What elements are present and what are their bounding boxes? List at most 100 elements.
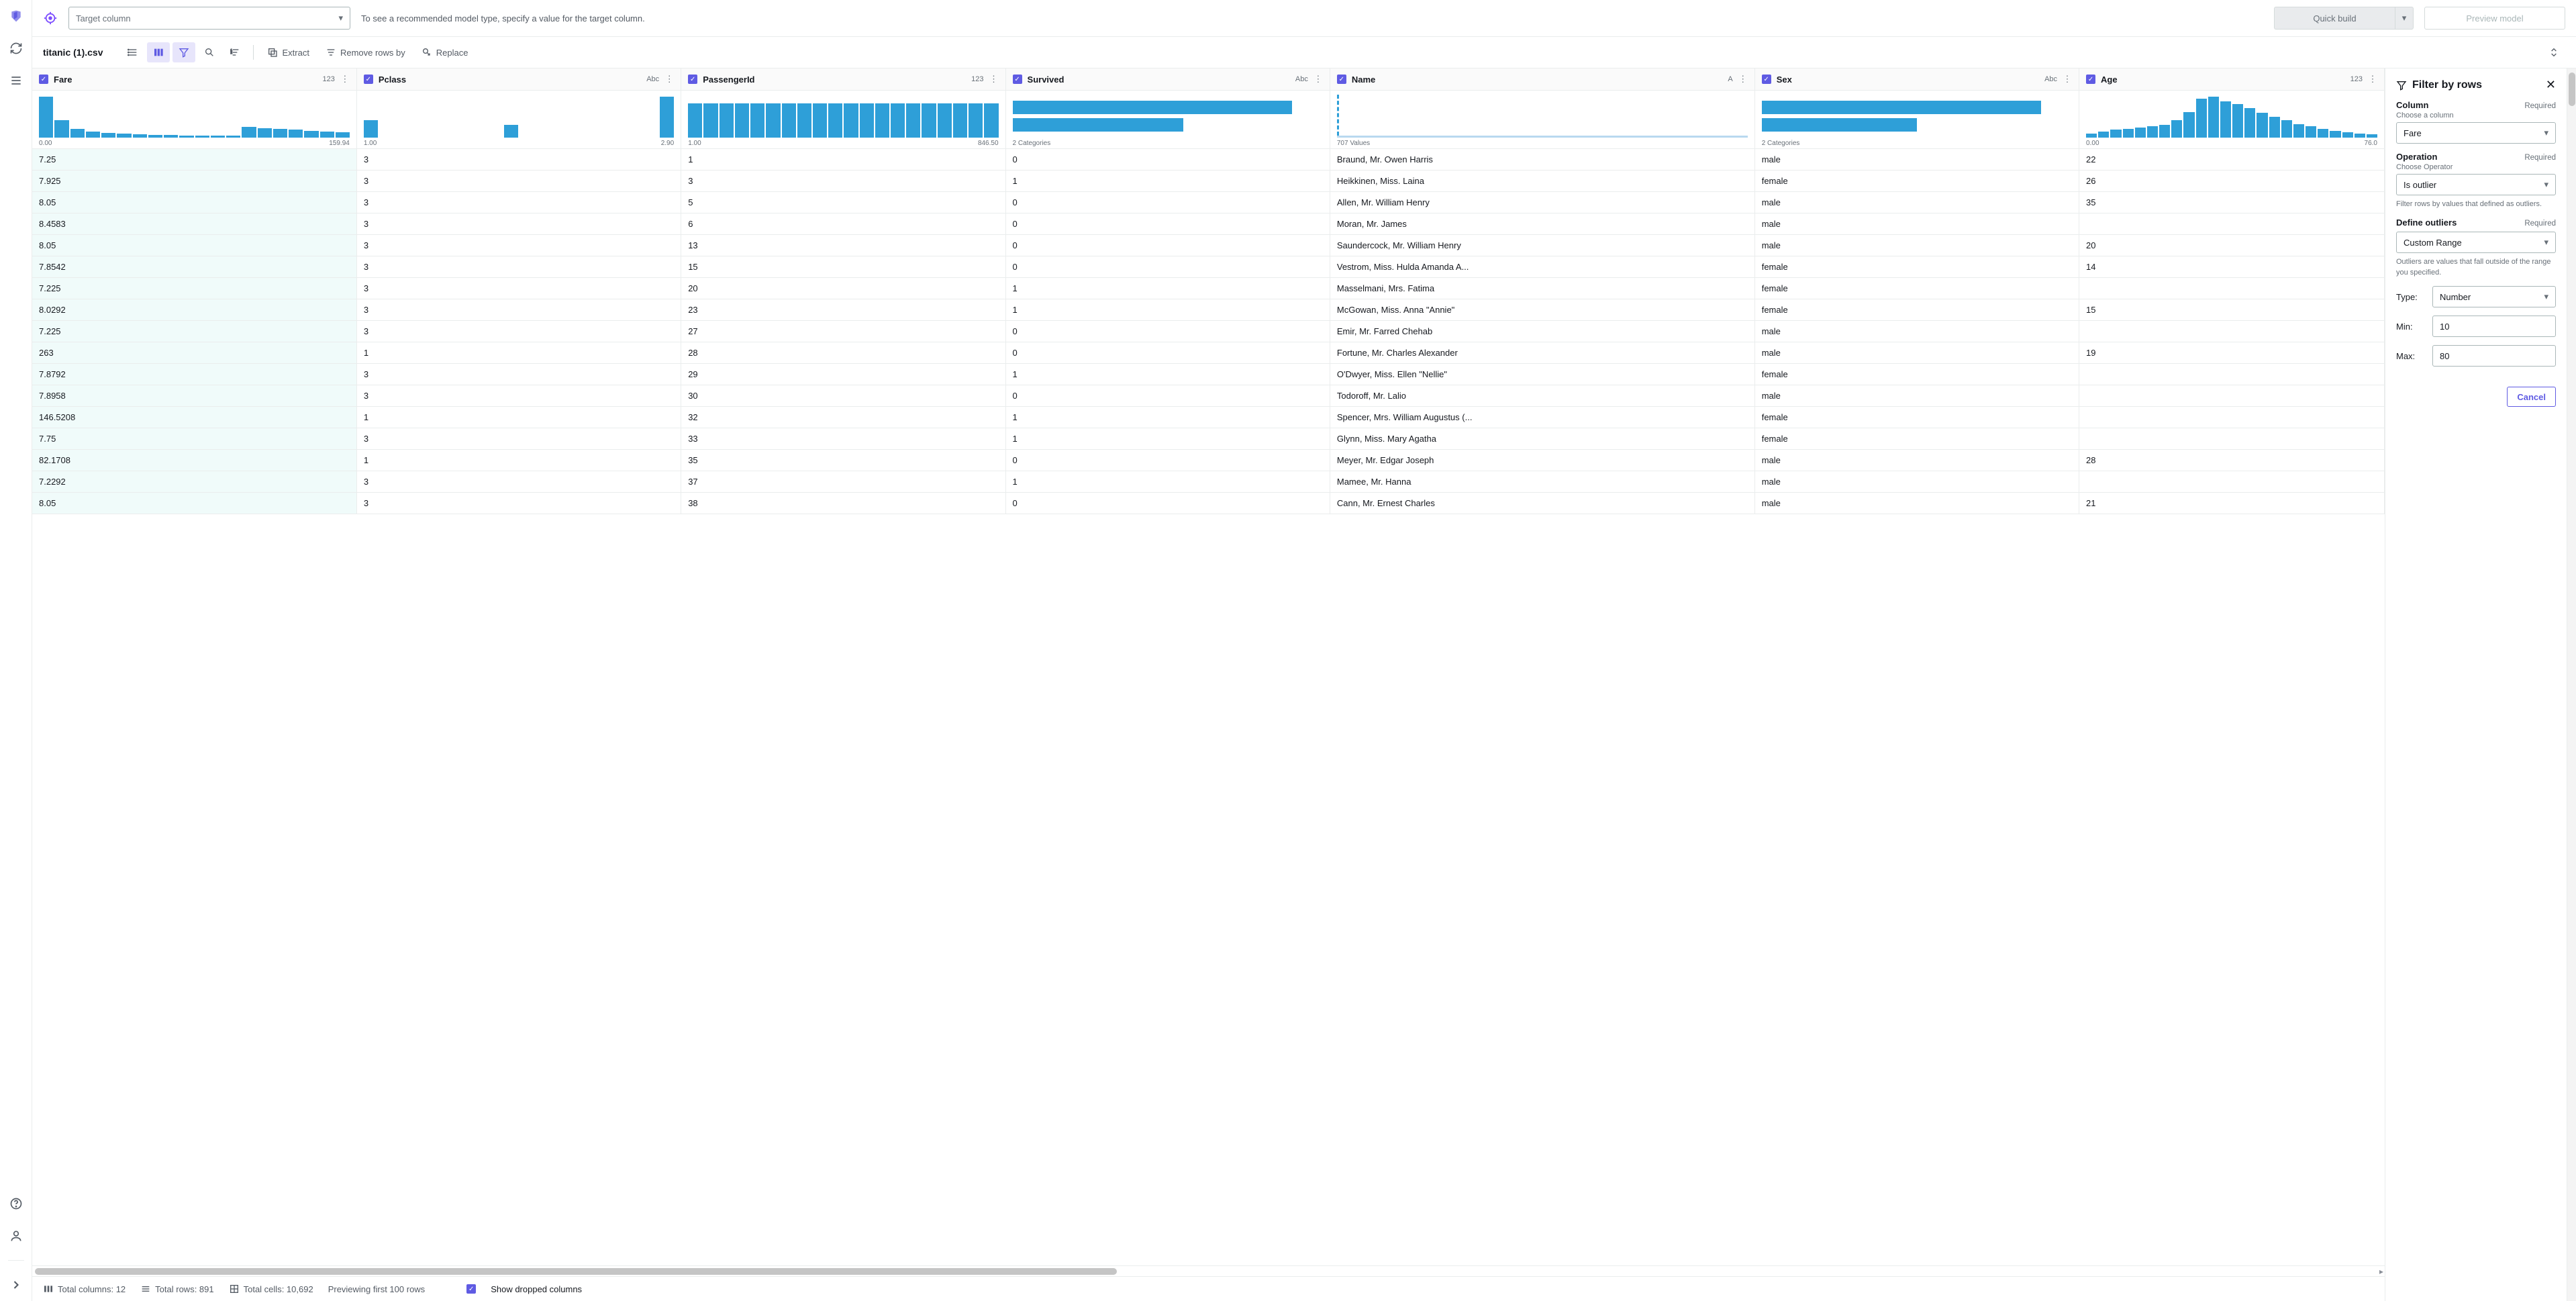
help-icon[interactable] bbox=[8, 1196, 24, 1212]
table-cell: 26 bbox=[2079, 171, 2385, 192]
table-row[interactable]: 7.2253270Emir, Mr. Farred Chehabmale bbox=[32, 321, 2385, 342]
table-cell bbox=[2079, 407, 2385, 428]
column-checkbox[interactable]: ✓ bbox=[364, 75, 373, 84]
column-checkbox[interactable]: ✓ bbox=[2086, 75, 2095, 84]
table-cell: 14 bbox=[2079, 256, 2385, 278]
table-row[interactable]: 7.87923291O'Dwyer, Miss. Ellen "Nellie"f… bbox=[32, 364, 2385, 385]
column-menu-icon[interactable]: ⋮ bbox=[1314, 74, 1323, 85]
user-icon[interactable] bbox=[8, 1228, 24, 1244]
chevron-down-icon: ▾ bbox=[338, 13, 343, 23]
table-row[interactable]: 7.2253201Masselmani, Mrs. Fatimafemale bbox=[32, 278, 2385, 299]
list-view-icon[interactable] bbox=[121, 42, 144, 62]
table-row[interactable]: 8.4583360Moran, Mr. Jamesmale bbox=[32, 213, 2385, 235]
column-menu-icon[interactable]: ⋮ bbox=[2063, 74, 2072, 85]
column-checkbox[interactable]: ✓ bbox=[1013, 75, 1022, 84]
rail-divider bbox=[8, 1260, 24, 1261]
table-cell: male bbox=[1754, 385, 2079, 407]
filename: titanic (1).csv bbox=[43, 47, 103, 58]
table-cell: Braund, Mr. Owen Harris bbox=[1330, 149, 1754, 171]
horizontal-scrollbar[interactable]: ▸ bbox=[32, 1265, 2385, 1276]
table-row[interactable]: 7.22923371Mamee, Mr. Hannamale bbox=[32, 471, 2385, 493]
table-row[interactable]: 7.753331Glynn, Miss. Mary Agathafemale bbox=[32, 428, 2385, 450]
table-row[interactable]: 7.89583300Todoroff, Mr. Laliomale bbox=[32, 385, 2385, 407]
sort-icon[interactable]: 12 bbox=[224, 42, 246, 62]
table-cell: 3 bbox=[356, 364, 681, 385]
refresh-icon[interactable] bbox=[8, 40, 24, 56]
table-row[interactable]: 7.85423150Vestrom, Miss. Hulda Amanda A.… bbox=[32, 256, 2385, 278]
replace-button[interactable]: Replace bbox=[415, 42, 475, 62]
table-cell: 15 bbox=[681, 256, 1005, 278]
table-cell: female bbox=[1754, 428, 2079, 450]
close-icon[interactable]: ✕ bbox=[2546, 78, 2556, 92]
extract-label: Extract bbox=[282, 48, 309, 58]
target-column-select[interactable]: Target column ▾ bbox=[68, 7, 350, 30]
column-menu-icon[interactable]: ⋮ bbox=[664, 74, 674, 85]
column-checkbox[interactable]: ✓ bbox=[1337, 75, 1346, 84]
table-cell: 7.8792 bbox=[32, 364, 356, 385]
column-checkbox[interactable]: ✓ bbox=[688, 75, 697, 84]
column-menu-icon[interactable]: ⋮ bbox=[2368, 74, 2377, 85]
column-name: Sex bbox=[1777, 75, 2039, 85]
column-menu-icon[interactable]: ⋮ bbox=[989, 74, 999, 85]
table-cell: female bbox=[1754, 171, 2079, 192]
table-row[interactable]: 8.053130Saundercock, Mr. William Henryma… bbox=[32, 235, 2385, 256]
table-row[interactable]: 146.52081321Spencer, Mrs. William August… bbox=[32, 407, 2385, 428]
required-label: Required bbox=[2524, 102, 2556, 110]
table-row[interactable]: 7.925331Heikkinen, Miss. Lainafemale26 bbox=[32, 171, 2385, 192]
table-cell: 1 bbox=[1005, 171, 1330, 192]
table-cell: 0 bbox=[1005, 235, 1330, 256]
vertical-scrollbar[interactable] bbox=[2567, 68, 2576, 1301]
table-row[interactable]: 8.02923231McGowan, Miss. Anna "Annie"fem… bbox=[32, 299, 2385, 321]
table-cell: 8.05 bbox=[32, 493, 356, 514]
table-cell: male bbox=[1754, 192, 2079, 213]
column-select[interactable]: Fare ▾ bbox=[2396, 122, 2556, 144]
min-input[interactable]: 10 bbox=[2432, 316, 2556, 337]
table-cell: 7.225 bbox=[32, 278, 356, 299]
table-cell: McGowan, Miss. Anna "Annie" bbox=[1330, 299, 1754, 321]
max-input[interactable]: 80 bbox=[2432, 345, 2556, 367]
table-row[interactable]: 7.25310Braund, Mr. Owen Harrismale22 bbox=[32, 149, 2385, 171]
table-cell bbox=[2079, 471, 2385, 493]
column-name: PassengerId bbox=[703, 75, 966, 85]
table-cell: 37 bbox=[681, 471, 1005, 493]
table-cell: 8.4583 bbox=[32, 213, 356, 235]
grid-view-icon[interactable] bbox=[147, 42, 170, 62]
table-cell: male bbox=[1754, 471, 2079, 493]
collapse-panel-icon[interactable] bbox=[2542, 42, 2565, 62]
required-label: Required bbox=[2524, 154, 2556, 162]
type-select[interactable]: Number ▾ bbox=[2432, 286, 2556, 307]
show-dropped-checkbox[interactable]: ✓ bbox=[466, 1284, 476, 1294]
table-cell: male bbox=[1754, 213, 2079, 235]
table-cell: 35 bbox=[2079, 192, 2385, 213]
column-name: Age bbox=[2101, 75, 2345, 85]
quick-build-button[interactable]: Quick build bbox=[2274, 7, 2395, 30]
define-outliers-select[interactable]: Custom Range ▾ bbox=[2396, 232, 2556, 253]
table-row[interactable]: 8.05350Allen, Mr. William Henrymale35 bbox=[32, 192, 2385, 213]
filter-icon[interactable] bbox=[172, 42, 195, 62]
table-cell: female bbox=[1754, 256, 2079, 278]
table-cell: 3 bbox=[356, 321, 681, 342]
table-row[interactable]: 8.053380Cann, Mr. Ernest Charlesmale21 bbox=[32, 493, 2385, 514]
table-row[interactable]: 2631280Fortune, Mr. Charles Alexandermal… bbox=[32, 342, 2385, 364]
table-cell: 7.2292 bbox=[32, 471, 356, 493]
operation-help: Filter rows by values that defined as ou… bbox=[2396, 199, 2556, 209]
operation-select[interactable]: Is outlier ▾ bbox=[2396, 174, 2556, 195]
column-checkbox[interactable]: ✓ bbox=[1762, 75, 1771, 84]
search-icon[interactable] bbox=[198, 42, 221, 62]
cancel-button[interactable]: Cancel bbox=[2507, 387, 2556, 407]
remove-rows-button[interactable]: Remove rows by bbox=[319, 42, 412, 62]
list-icon[interactable] bbox=[8, 73, 24, 89]
table-cell: 3 bbox=[356, 192, 681, 213]
brand-icon[interactable] bbox=[8, 8, 24, 24]
extract-button[interactable]: Extract bbox=[260, 42, 315, 62]
column-menu-icon[interactable]: ⋮ bbox=[340, 74, 350, 85]
table-row[interactable]: 82.17081350Meyer, Mr. Edgar Josephmale28 bbox=[32, 450, 2385, 471]
table-cell bbox=[2079, 213, 2385, 235]
expand-rail-icon[interactable] bbox=[8, 1277, 24, 1293]
table-cell: 1 bbox=[1005, 299, 1330, 321]
column-checkbox[interactable]: ✓ bbox=[39, 75, 48, 84]
preview-model-button[interactable]: Preview model bbox=[2424, 7, 2565, 30]
quick-build-dropdown[interactable]: ▾ bbox=[2395, 7, 2414, 30]
column-menu-icon[interactable]: ⋮ bbox=[1738, 74, 1748, 85]
table-cell: Saundercock, Mr. William Henry bbox=[1330, 235, 1754, 256]
